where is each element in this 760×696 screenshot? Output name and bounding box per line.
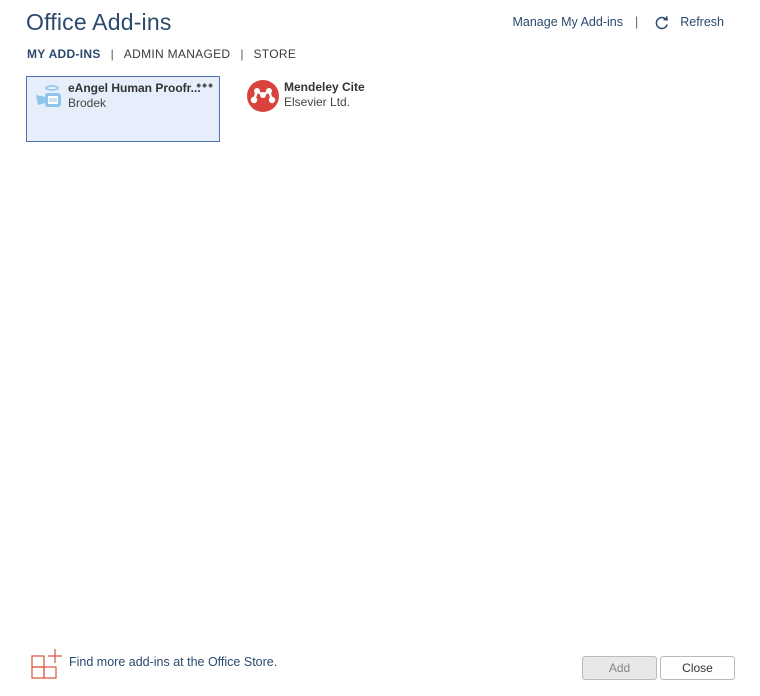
addin-name: Mendeley Cite: [284, 80, 365, 94]
close-button[interactable]: Close: [660, 656, 735, 680]
tab-my-addins[interactable]: MY ADD-INS: [27, 47, 101, 61]
more-options-button[interactable]: •••: [196, 77, 214, 93]
top-actions: Manage My Add-ins | Refresh: [512, 12, 724, 31]
tab-admin-managed[interactable]: ADMIN MANAGED: [124, 47, 231, 61]
dialog-title: Office Add-ins: [26, 9, 172, 35]
addin-card-mendeley[interactable]: Mendeley Cite Elsevier Ltd.: [243, 76, 437, 142]
refresh-button[interactable]: Refresh: [680, 15, 724, 29]
addin-card-eangel[interactable]: eAngel Human Proofr... Brodek •••: [26, 76, 220, 142]
office-store-link[interactable]: Find more add-ins at the Office Store.: [69, 655, 277, 669]
mendeley-logo-icon: [247, 80, 279, 112]
addin-publisher: Elsevier Ltd.: [284, 95, 351, 109]
tab-separator: |: [110, 47, 114, 61]
add-button[interactable]: Add: [582, 656, 657, 680]
eangel-logo-icon: [36, 85, 61, 107]
addin-name: eAngel Human Proofr...: [68, 81, 201, 95]
addin-tabs: MY ADD-INS | ADMIN MANAGED | STORE: [27, 47, 296, 61]
tab-store[interactable]: STORE: [254, 47, 297, 61]
tab-separator: |: [240, 47, 244, 61]
manage-my-addins-link[interactable]: Manage My Add-ins: [512, 15, 622, 29]
office-store-icon[interactable]: [30, 648, 64, 680]
topbar-separator: |: [634, 14, 639, 29]
addin-publisher: Brodek: [68, 96, 107, 110]
refresh-icon[interactable]: [654, 15, 670, 31]
